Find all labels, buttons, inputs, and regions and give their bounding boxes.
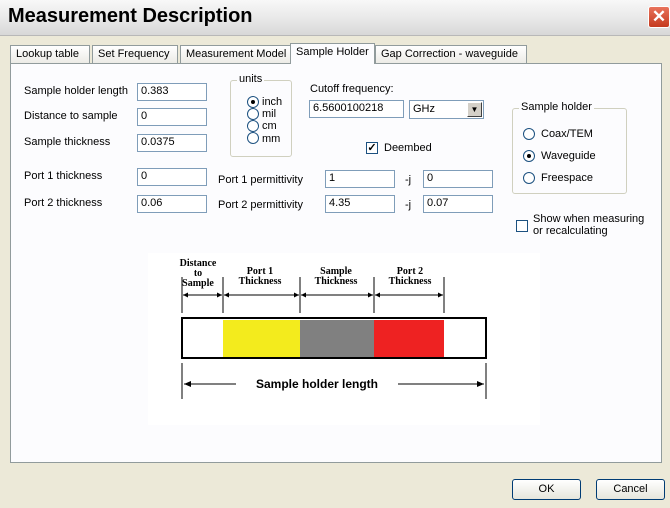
sample-thickness-label: Sample thickness [24, 136, 111, 148]
sample-holder-diagram: Distance to Sample Port 1 Thickness Samp… [148, 253, 540, 425]
chevron-down-icon: ▼ [467, 102, 482, 117]
sample-holder-coax-radio[interactable] [523, 128, 535, 140]
tab-label: Measurement Model [186, 48, 287, 60]
arrowhead [438, 292, 443, 298]
units-inch-label: inch [262, 96, 283, 108]
units-mil-label: mil [262, 108, 277, 120]
port1-imag-separator: -j [405, 174, 412, 186]
frequency-unit-value: GHz [413, 103, 435, 115]
cutoff-frequency-label: Cutoff frequency: [310, 83, 394, 95]
or-recalculating-label: or recalculating [533, 225, 608, 237]
port2-permittivity-label: Port 2 permittivity [218, 199, 303, 211]
diagram-drawing [181, 277, 487, 399]
cutoff-frequency-input[interactable]: 6.5600100218 [309, 100, 404, 118]
arrowhead [217, 292, 222, 298]
units-mm-label: mm [262, 133, 281, 145]
units-mil-radio[interactable] [247, 108, 259, 120]
port2-imag-separator: -j [405, 199, 412, 211]
sample-holder-freespace-radio[interactable] [523, 172, 535, 184]
deembed-label: Deembed [384, 142, 432, 154]
tab-sample-holder[interactable]: Sample Holder [290, 43, 375, 64]
sample-segment [300, 320, 374, 357]
arrowhead [301, 292, 306, 298]
tab-measurement-model[interactable]: Measurement Model [180, 45, 292, 63]
port1-permittivity-label: Port 1 permittivity [218, 174, 303, 186]
port2-segment [374, 320, 444, 357]
cancel-button[interactable]: Cancel [596, 479, 665, 500]
distance-to-sample-label: Distance to sample [24, 110, 118, 122]
show-when-measuring-label: Show when measuring [533, 213, 645, 225]
frequency-unit-select[interactable]: GHz ▼ [409, 100, 484, 119]
port1-permittivity-imag-input[interactable]: 0 [423, 170, 493, 188]
arrowhead [183, 292, 188, 298]
tab-label: Sample Holder [296, 46, 369, 58]
sample-thickness-input[interactable]: 0.0375 [137, 134, 207, 152]
tab-label: Lookup table [16, 48, 79, 60]
port1-thickness-input[interactable]: 0 [137, 168, 207, 186]
port1-permittivity-real-input[interactable]: 1 [325, 170, 395, 188]
title-bar: Measurement Description ✕ [0, 0, 670, 36]
units-mm-radio[interactable] [247, 132, 259, 144]
arrowhead [375, 292, 380, 298]
arrowhead [294, 292, 299, 298]
port2-thickness-input[interactable]: 0.06 [137, 195, 207, 213]
tab-lookup-table[interactable]: Lookup table [10, 45, 90, 63]
units-inch-radio[interactable] [247, 96, 259, 108]
arrowhead [477, 381, 484, 387]
units-group: units [230, 73, 292, 157]
tab-gap-correction[interactable]: Gap Correction - waveguide [375, 45, 527, 63]
show-when-measuring-checkbox[interactable] [516, 220, 528, 232]
units-cm-label: cm [262, 120, 277, 132]
arrowhead [368, 292, 373, 298]
port2-permittivity-imag-input[interactable]: 0.07 [423, 195, 493, 213]
close-icon: ✕ [651, 7, 667, 26]
port1-segment [223, 320, 300, 357]
distance-to-sample-input[interactable]: 0 [137, 108, 207, 126]
sample-holder-waveguide-radio[interactable] [523, 150, 535, 162]
sample-holder-waveguide-label: Waveguide [541, 150, 596, 162]
sample-holder-coax-label: Coax/TEM [541, 128, 593, 140]
window-title: Measurement Description [8, 5, 253, 27]
sample-holder-freespace-label: Freespace [541, 172, 593, 184]
sample-holder-title: Sample holder [519, 101, 594, 113]
port2-permittivity-real-input[interactable]: 4.35 [325, 195, 395, 213]
arrowhead [184, 381, 191, 387]
arrowhead [224, 292, 229, 298]
sample-holder-length-input[interactable]: 0.383 [137, 83, 207, 101]
units-title: units [237, 73, 265, 85]
tab-set-frequency[interactable]: Set Frequency [92, 45, 178, 63]
sample-holder-length-caption: Sample holder length [255, 377, 378, 391]
tab-label: Set Frequency [98, 48, 170, 60]
port1-thickness-label: Port 1 thickness [24, 170, 103, 182]
tab-label: Gap Correction - waveguide [381, 48, 518, 60]
close-button[interactable]: ✕ [648, 6, 670, 28]
deembed-checkbox[interactable]: ✓ [366, 142, 378, 154]
sample-holder-length-label: Sample holder length [24, 85, 128, 97]
ok-button[interactable]: OK [512, 479, 581, 500]
port2-thickness-label: Port 2 thickness [24, 197, 103, 209]
units-cm-radio[interactable] [247, 120, 259, 132]
